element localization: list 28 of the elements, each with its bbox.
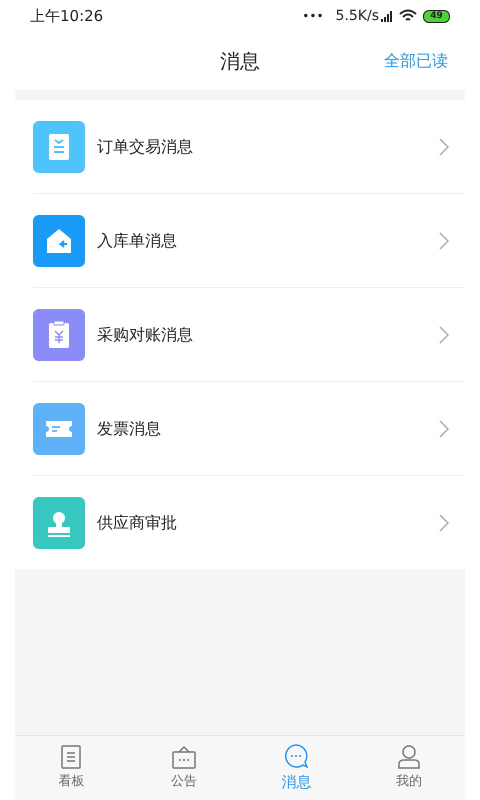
category-label: 订单交易消息 [97, 136, 194, 158]
category-label: 采购对账消息 [97, 324, 194, 346]
status-time: 上午10:26 [30, 6, 104, 27]
chevron-right-icon [439, 326, 449, 344]
wifi-icon [399, 9, 417, 23]
chevron-right-icon [439, 232, 449, 250]
category-label: 供应商审批 [97, 512, 178, 534]
message-tab-icon [283, 742, 310, 769]
message-category-item[interactable]: 发票消息 [15, 382, 465, 475]
network-speed: 5.5K/s [336, 6, 379, 26]
page-title: 消息 [220, 48, 260, 75]
message-category-item[interactable]: 供应商审批 [15, 476, 465, 569]
tab-item[interactable]: 公告 [128, 736, 240, 800]
category-label: 发票消息 [97, 418, 162, 440]
message-category-item[interactable]: 采购对账消息 [15, 288, 465, 381]
signal-icon [381, 10, 395, 22]
me-tab-icon [396, 744, 422, 770]
battery-icon: 49 [423, 10, 450, 22]
tab-item[interactable]: 我的 [352, 736, 465, 800]
message-category-item[interactable]: 订单交易消息 [15, 100, 465, 193]
tab-item[interactable]: 看板 [15, 736, 128, 800]
chevron-right-icon [439, 138, 449, 156]
message-category-item[interactable]: 入库单消息 [15, 194, 465, 287]
status-dots: ••• [302, 8, 324, 25]
chevron-right-icon [439, 420, 449, 438]
notice-tab-icon [170, 744, 197, 770]
category-label: 入库单消息 [97, 230, 178, 252]
chevron-right-icon [439, 514, 449, 532]
